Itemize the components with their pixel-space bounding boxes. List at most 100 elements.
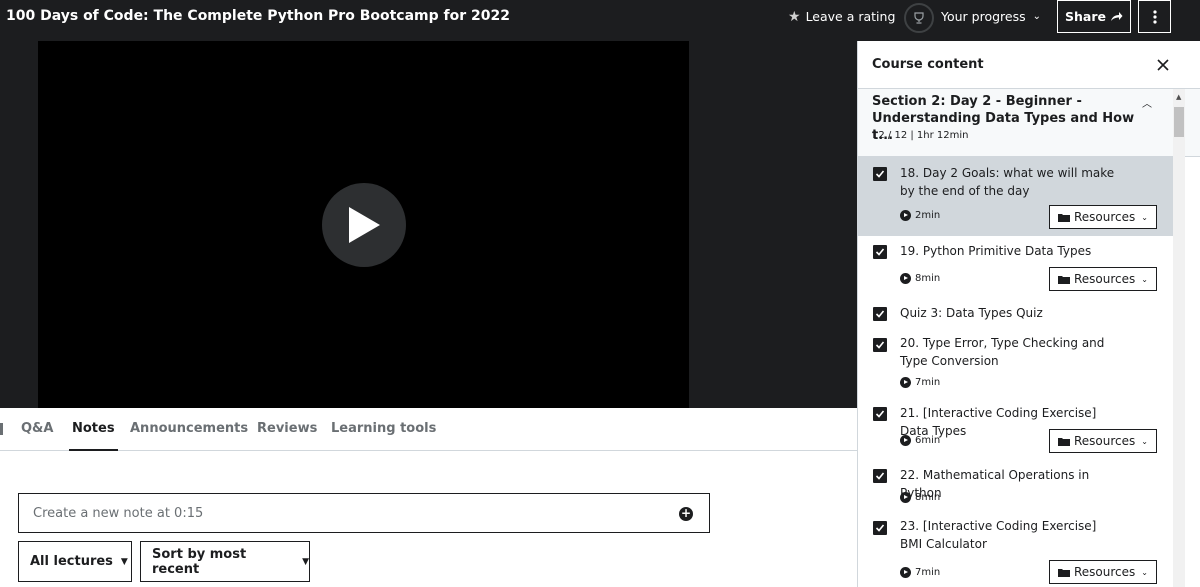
sidebar-header: Course content: [858, 41, 1200, 89]
lecture-duration: 7min: [900, 567, 940, 578]
completed-checkbox[interactable]: [873, 167, 887, 181]
resources-label: Resources: [1074, 565, 1136, 579]
chevron-up-icon[interactable]: ︿: [1142, 95, 1152, 110]
resources-label: Resources: [1074, 210, 1136, 224]
duration-label: 7min: [915, 377, 941, 388]
tab-announcements[interactable]: Announcements: [130, 408, 248, 451]
sidebar-title: Course content: [872, 57, 984, 72]
your-progress-label: Your progress: [941, 9, 1026, 24]
chevron-down-icon: ⌄: [1141, 567, 1148, 577]
lecture-title: 18. Day 2 Goals: what we will make by th…: [900, 166, 1115, 198]
lecture-duration: 8min: [900, 492, 940, 503]
top-header: 100 Days of Code: The Complete Python Pr…: [0, 0, 1200, 41]
add-note-icon[interactable]: +: [679, 507, 693, 521]
duration-label: 6min: [915, 435, 941, 446]
duration-label: 7min: [915, 567, 941, 578]
course-content-sidebar: Course content Section 2: Day 2 - Beginn…: [857, 41, 1200, 587]
completed-checkbox[interactable]: [873, 307, 887, 321]
completed-checkbox[interactable]: [873, 469, 887, 483]
scroll-up-arrow-icon[interactable]: ▲: [1176, 93, 1181, 101]
completed-checkbox[interactable]: [873, 407, 887, 421]
list-item[interactable]: 23. [Interactive Coding Exercise] BMI Ca…: [858, 512, 1173, 587]
create-note-input[interactable]: Create a new note at 0:15 +: [18, 493, 710, 533]
tab-reviews[interactable]: Reviews: [257, 408, 317, 451]
duration-label: 8min: [915, 273, 941, 284]
play-button[interactable]: [322, 183, 406, 267]
lecture-duration: 7min: [900, 377, 940, 388]
play-icon: [349, 207, 380, 243]
resources-button[interactable]: Resources ⌄: [1049, 560, 1157, 584]
play-circle-icon: [900, 273, 911, 284]
tab-learning-tools[interactable]: Learning tools: [331, 408, 436, 451]
create-note-placeholder: Create a new note at 0:15: [33, 506, 204, 521]
lecture-filter-label: All lectures: [30, 554, 113, 569]
lecture-filter-dropdown[interactable]: All lectures ▼: [18, 541, 132, 582]
trophy-icon[interactable]: [904, 3, 934, 33]
tab-notes[interactable]: Notes: [69, 408, 118, 451]
close-icon[interactable]: [1155, 57, 1171, 73]
sort-dropdown[interactable]: Sort by most recent ▼: [140, 541, 310, 582]
check-icon: [875, 341, 885, 349]
duration-label: 8min: [915, 492, 941, 503]
more-options-button[interactable]: [1138, 0, 1171, 33]
chevron-down-icon: ⌄: [1141, 212, 1148, 222]
chevron-down-icon: ⌄: [1141, 274, 1148, 284]
course-title[interactable]: 100 Days of Code: The Complete Python Pr…: [6, 0, 510, 41]
kebab-menu-icon: [1152, 9, 1157, 24]
duration-label: 2min: [915, 210, 941, 221]
tab-scroll-left-indicator[interactable]: [0, 423, 3, 435]
list-item[interactable]: 21. [Interactive Coding Exercise] Data T…: [858, 398, 1173, 460]
chevron-down-icon: ⌄: [1141, 436, 1148, 446]
chevron-down-icon: ▼: [120, 556, 128, 567]
star-icon: ★: [788, 8, 801, 25]
check-icon: [875, 310, 885, 318]
resources-label: Resources: [1074, 434, 1136, 448]
leave-rating-button[interactable]: ★ Leave a rating: [788, 0, 895, 33]
share-button[interactable]: Share: [1057, 0, 1131, 33]
check-icon: [875, 410, 885, 418]
lecture-duration: 2min: [900, 210, 940, 221]
resources-button[interactable]: Resources ⌄: [1049, 205, 1157, 229]
lecture-title: 19. Python Primitive Data Types: [900, 244, 1092, 258]
list-item[interactable]: Quiz 3: Data Types Quiz: [858, 298, 1173, 328]
lecture-duration: 8min: [900, 273, 940, 284]
play-circle-icon: [900, 492, 911, 503]
video-player[interactable]: [38, 41, 689, 408]
sidebar-scrollbar[interactable]: ▲: [1173, 89, 1185, 587]
play-circle-icon: [900, 435, 911, 446]
chevron-down-icon: ▼: [302, 556, 309, 567]
play-circle-icon: [900, 210, 911, 221]
folder-icon: [1058, 213, 1070, 222]
folder-icon: [1058, 275, 1070, 284]
sort-label: Sort by most recent: [152, 546, 247, 577]
lecture-tabs: Q&A Notes Announcements Reviews Learning…: [0, 408, 857, 451]
resources-label: Resources: [1074, 272, 1136, 286]
section-meta: 12 / 12 | 1hr 12min: [872, 130, 969, 141]
lecture-duration: 6min: [900, 435, 940, 446]
check-icon: [875, 170, 885, 178]
list-item[interactable]: 19. Python Primitive Data Types 8min Res…: [858, 236, 1173, 298]
list-item[interactable]: 20. Type Error, Type Checking and Type C…: [858, 328, 1173, 398]
your-progress-button[interactable]: Your progress ⌄: [941, 0, 1041, 33]
check-icon: [875, 472, 885, 480]
check-icon: [875, 524, 885, 532]
chevron-down-icon: ⌄: [1032, 11, 1042, 22]
lecture-title: 23. [Interactive Coding Exercise] BMI Ca…: [900, 519, 1097, 551]
share-arrow-icon: [1110, 12, 1123, 21]
tab-qa[interactable]: Q&A: [21, 408, 53, 451]
completed-checkbox[interactable]: [873, 338, 887, 352]
resources-button[interactable]: Resources ⌄: [1049, 267, 1157, 291]
folder-icon: [1058, 568, 1070, 577]
lecture-title: 20. Type Error, Type Checking and Type C…: [900, 336, 1105, 368]
list-item[interactable]: 22. Mathematical Operations in Python 8m…: [858, 460, 1173, 512]
scrollbar-thumb[interactable]: [1174, 107, 1184, 137]
leave-rating-label: Leave a rating: [805, 9, 896, 24]
list-item[interactable]: 18. Day 2 Goals: what we will make by th…: [858, 157, 1173, 236]
section-header[interactable]: Section 2: Day 2 - Beginner - Understand…: [858, 89, 1200, 157]
resources-button[interactable]: Resources ⌄: [1049, 429, 1157, 453]
completed-checkbox[interactable]: [873, 245, 887, 259]
quiz-title: Quiz 3: Data Types Quiz: [900, 306, 1043, 320]
video-area: [0, 41, 857, 408]
completed-checkbox[interactable]: [873, 521, 887, 535]
folder-icon: [1058, 437, 1070, 446]
